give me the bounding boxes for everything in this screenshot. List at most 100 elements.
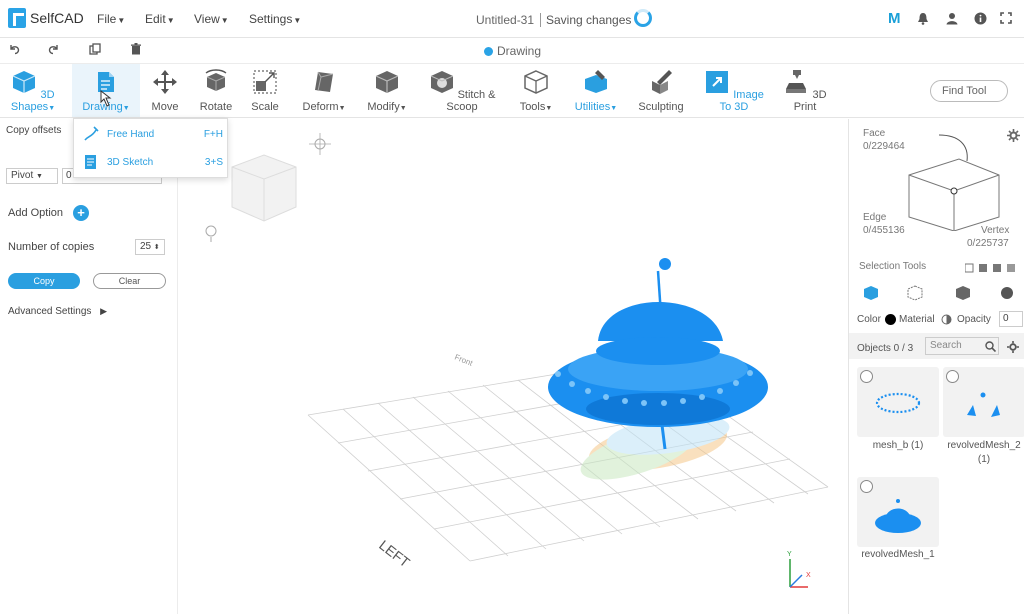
menu-view[interactable]: View▼ bbox=[194, 12, 229, 26]
stepper-arrows-icon: ⬍ bbox=[153, 244, 160, 251]
cube-icon bbox=[13, 71, 36, 93]
save-status: Saving changes bbox=[540, 13, 631, 27]
tool-move[interactable]: Move bbox=[145, 69, 185, 113]
tool-3d-print[interactable]: 3D Print bbox=[780, 69, 830, 113]
tool-utilities[interactable]: Utilities▼ bbox=[570, 69, 622, 113]
add-option-label: Add Option bbox=[8, 207, 64, 219]
edge-select-icon[interactable] bbox=[907, 285, 923, 301]
vertex-select-icon[interactable] bbox=[955, 285, 971, 301]
lighting-icon[interactable] bbox=[205, 225, 217, 242]
history-bar: Drawing bbox=[0, 38, 1024, 64]
copy-button[interactable]: Copy bbox=[8, 273, 80, 289]
menu-item-free-hand[interactable]: Free Hand F+H bbox=[74, 121, 229, 149]
user-avatar[interactable]: M bbox=[888, 10, 901, 27]
play-triangle-icon: ▶ bbox=[100, 306, 108, 316]
find-tool-input[interactable]: Find Tool bbox=[930, 80, 1008, 102]
object-name: revolvedMesh_1 bbox=[861, 549, 935, 560]
tools-icon bbox=[524, 70, 548, 94]
viewport-scene[interactable]: Front LEFT Y X bbox=[178, 119, 848, 614]
object-name-suffix: (1) bbox=[977, 454, 991, 465]
bell-icon[interactable] bbox=[917, 12, 929, 25]
selection-tool-icons[interactable] bbox=[965, 263, 1015, 273]
undo-icon[interactable] bbox=[8, 43, 20, 55]
image-to-3d-icon bbox=[706, 71, 729, 93]
redo-icon[interactable] bbox=[48, 43, 60, 55]
tool-stitch-scoop[interactable]: Stitch & Scoop bbox=[426, 69, 498, 113]
scale-icon bbox=[253, 70, 277, 94]
tool-3d-shapes[interactable]: 3D Shapes▼ bbox=[4, 69, 62, 113]
menu-settings[interactable]: Settings▼ bbox=[249, 12, 301, 26]
objects-count: Objects 0 / 3 bbox=[857, 343, 914, 354]
face-select-icon[interactable] bbox=[863, 285, 879, 301]
utilities-icon bbox=[585, 70, 607, 93]
object-select-radio[interactable] bbox=[860, 370, 873, 383]
copy-icon[interactable] bbox=[89, 43, 101, 55]
chevron-down-icon: ▼ bbox=[117, 16, 126, 25]
number-of-copies-label: Number of copies bbox=[8, 241, 95, 253]
clear-button[interactable]: Clear bbox=[93, 273, 166, 289]
revolved-mesh-1-thumbnail bbox=[875, 499, 921, 533]
navigation-compass-icon[interactable] bbox=[309, 133, 331, 155]
right-properties-panel: Face 0/229464 Edge 0/455136 Vertex 0/225… bbox=[848, 119, 1024, 614]
object-card-mesh-b[interactable] bbox=[857, 367, 939, 437]
top-menu-bar: SelfCAD File▼ Edit▼ View▼ Settings▼ Unti… bbox=[0, 0, 1024, 38]
mode-dot-icon bbox=[484, 47, 493, 56]
menu-file[interactable]: File▼ bbox=[97, 12, 125, 26]
logo-text: SelfCAD bbox=[30, 10, 84, 26]
chevron-down-icon: ▼ bbox=[36, 173, 43, 180]
number-of-copies-stepper[interactable]: 25 ⬍ bbox=[135, 239, 165, 255]
selfcad-logo[interactable]: SelfCAD bbox=[8, 8, 84, 28]
mouse-cursor-icon bbox=[100, 90, 112, 107]
chevron-down-icon: ▼ bbox=[220, 16, 229, 25]
selection-mode-cube[interactable] bbox=[899, 131, 1009, 231]
object-select-icon[interactable] bbox=[999, 285, 1015, 301]
deform-icon bbox=[315, 71, 334, 92]
left-axis-label: LEFT bbox=[376, 537, 413, 571]
advanced-settings-toggle[interactable]: Advanced Settings ▶ bbox=[8, 306, 107, 317]
fullscreen-icon[interactable] bbox=[1000, 12, 1012, 24]
printer-icon bbox=[786, 70, 807, 93]
search-icon[interactable] bbox=[985, 341, 996, 352]
tool-modify[interactable]: Modify▼ bbox=[362, 69, 412, 113]
chevron-down-icon: ▼ bbox=[166, 16, 175, 25]
object-card-revolved-mesh-2[interactable] bbox=[943, 367, 1024, 437]
view-cube[interactable] bbox=[231, 154, 297, 222]
tool-sculpting[interactable]: Sculpting bbox=[634, 69, 688, 113]
free-hand-icon bbox=[84, 126, 99, 141]
objects-settings-gear-icon[interactable] bbox=[1007, 341, 1019, 353]
tool-image-to-3d[interactable]: Image To 3D bbox=[700, 69, 768, 113]
trash-icon[interactable] bbox=[130, 43, 142, 55]
rotate-icon bbox=[205, 69, 227, 91]
color-swatch[interactable] bbox=[885, 314, 896, 325]
modify-icon bbox=[375, 71, 399, 93]
tool-scale[interactable]: Scale bbox=[246, 69, 284, 113]
ufo-model[interactable] bbox=[548, 258, 768, 450]
object-name: revolvedMesh_2 bbox=[947, 440, 1021, 451]
object-select-radio[interactable] bbox=[860, 480, 873, 493]
color-label: Color bbox=[857, 314, 881, 325]
object-select-radio[interactable] bbox=[946, 370, 959, 383]
add-option-plus-icon[interactable]: + bbox=[73, 205, 89, 221]
left-settings-panel: Copy offsets Pivot ▼ 0 Add Option + Numb… bbox=[0, 119, 178, 614]
document-title[interactable]: Untitled-31 bbox=[476, 13, 534, 27]
mode-indicator: Drawing bbox=[484, 44, 541, 58]
tool-tools[interactable]: Tools▼ bbox=[515, 69, 557, 113]
axis-gizmo-icon: Y X bbox=[787, 551, 811, 588]
selection-tools-label: Selection Tools bbox=[859, 261, 927, 272]
material-label[interactable]: Material bbox=[899, 314, 935, 325]
3d-viewport[interactable]: Front LEFT Y X bbox=[178, 119, 848, 614]
chevron-down-icon: ▼ bbox=[293, 16, 302, 25]
pivot-select[interactable]: Pivot ▼ bbox=[6, 168, 58, 184]
menu-item-3d-sketch[interactable]: 3D Sketch 3+S bbox=[74, 149, 229, 177]
tool-rotate[interactable]: Rotate bbox=[194, 69, 238, 113]
menu-edit[interactable]: Edit▼ bbox=[145, 12, 175, 26]
info-icon[interactable] bbox=[974, 12, 987, 25]
object-card-revolved-mesh-1[interactable] bbox=[857, 477, 939, 547]
opacity-input[interactable]: 0 bbox=[999, 311, 1023, 327]
edge-count: 0/455136 bbox=[863, 225, 905, 236]
user-icon[interactable] bbox=[946, 12, 958, 25]
far-axis-label: Front bbox=[453, 353, 474, 369]
tool-deform[interactable]: Deform▼ bbox=[296, 69, 352, 113]
mesh-thumbnail bbox=[875, 392, 921, 414]
vertex-label: Vertex bbox=[981, 225, 1010, 236]
